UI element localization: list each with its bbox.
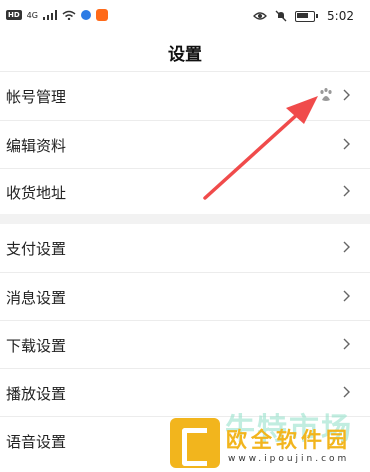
hd-badge: HD: [6, 10, 22, 20]
chevron-right-icon: [343, 338, 350, 350]
settings-item-label: 语音设置: [6, 432, 67, 451]
app-notification-icon: [95, 9, 108, 21]
chevron-right-icon: [343, 89, 350, 101]
eye-icon: [253, 12, 267, 20]
settings-item-account[interactable]: 帐号管理: [0, 72, 370, 120]
watermark-brand: 欧全软件园: [226, 428, 351, 452]
network-label: 4G: [26, 10, 38, 20]
settings-item-label: 编辑资料: [6, 136, 67, 155]
settings-item-label: 支付设置: [6, 239, 67, 258]
settings-item-download[interactable]: 下载设置: [0, 321, 370, 369]
settings-item-label: 消息设置: [6, 288, 67, 307]
app-notification-icon: [80, 10, 91, 20]
mute-bell-icon: [275, 10, 287, 22]
signal-icon: [42, 10, 57, 20]
settings-item-label: 帐号管理: [6, 87, 67, 106]
settings-item-label: 下载设置: [6, 336, 67, 355]
page-title: 设置: [168, 45, 202, 65]
chevron-right-icon: [343, 185, 350, 197]
watermark-domain: www.ipoujin.com: [228, 454, 350, 464]
chevron-right-icon: [343, 138, 350, 150]
settings-item-notifications[interactable]: 消息设置: [0, 273, 370, 321]
status-bar: HD 4G 5:02: [0, 0, 370, 34]
watermark-logo: [170, 418, 220, 468]
battery-icon: [295, 10, 319, 22]
settings-item-label: 播放设置: [6, 384, 67, 403]
settings-item-payment[interactable]: 支付设置: [0, 224, 370, 272]
chevron-right-icon: [343, 241, 350, 253]
chevron-right-icon: [343, 290, 350, 302]
settings-item-shipping-address[interactable]: 收货地址: [0, 168, 370, 216]
settings-item-edit-profile[interactable]: 编辑资料: [0, 121, 370, 169]
baidu-paw-icon: [320, 88, 332, 101]
chevron-right-icon: [343, 386, 350, 398]
section-separator: [0, 214, 370, 224]
clock: 5:02: [327, 9, 354, 23]
watermark: 牛特市场 欧全软件园 www.ipoujin.com: [170, 410, 370, 472]
wifi-icon: [62, 10, 76, 20]
settings-item-label: 收货地址: [6, 183, 67, 202]
